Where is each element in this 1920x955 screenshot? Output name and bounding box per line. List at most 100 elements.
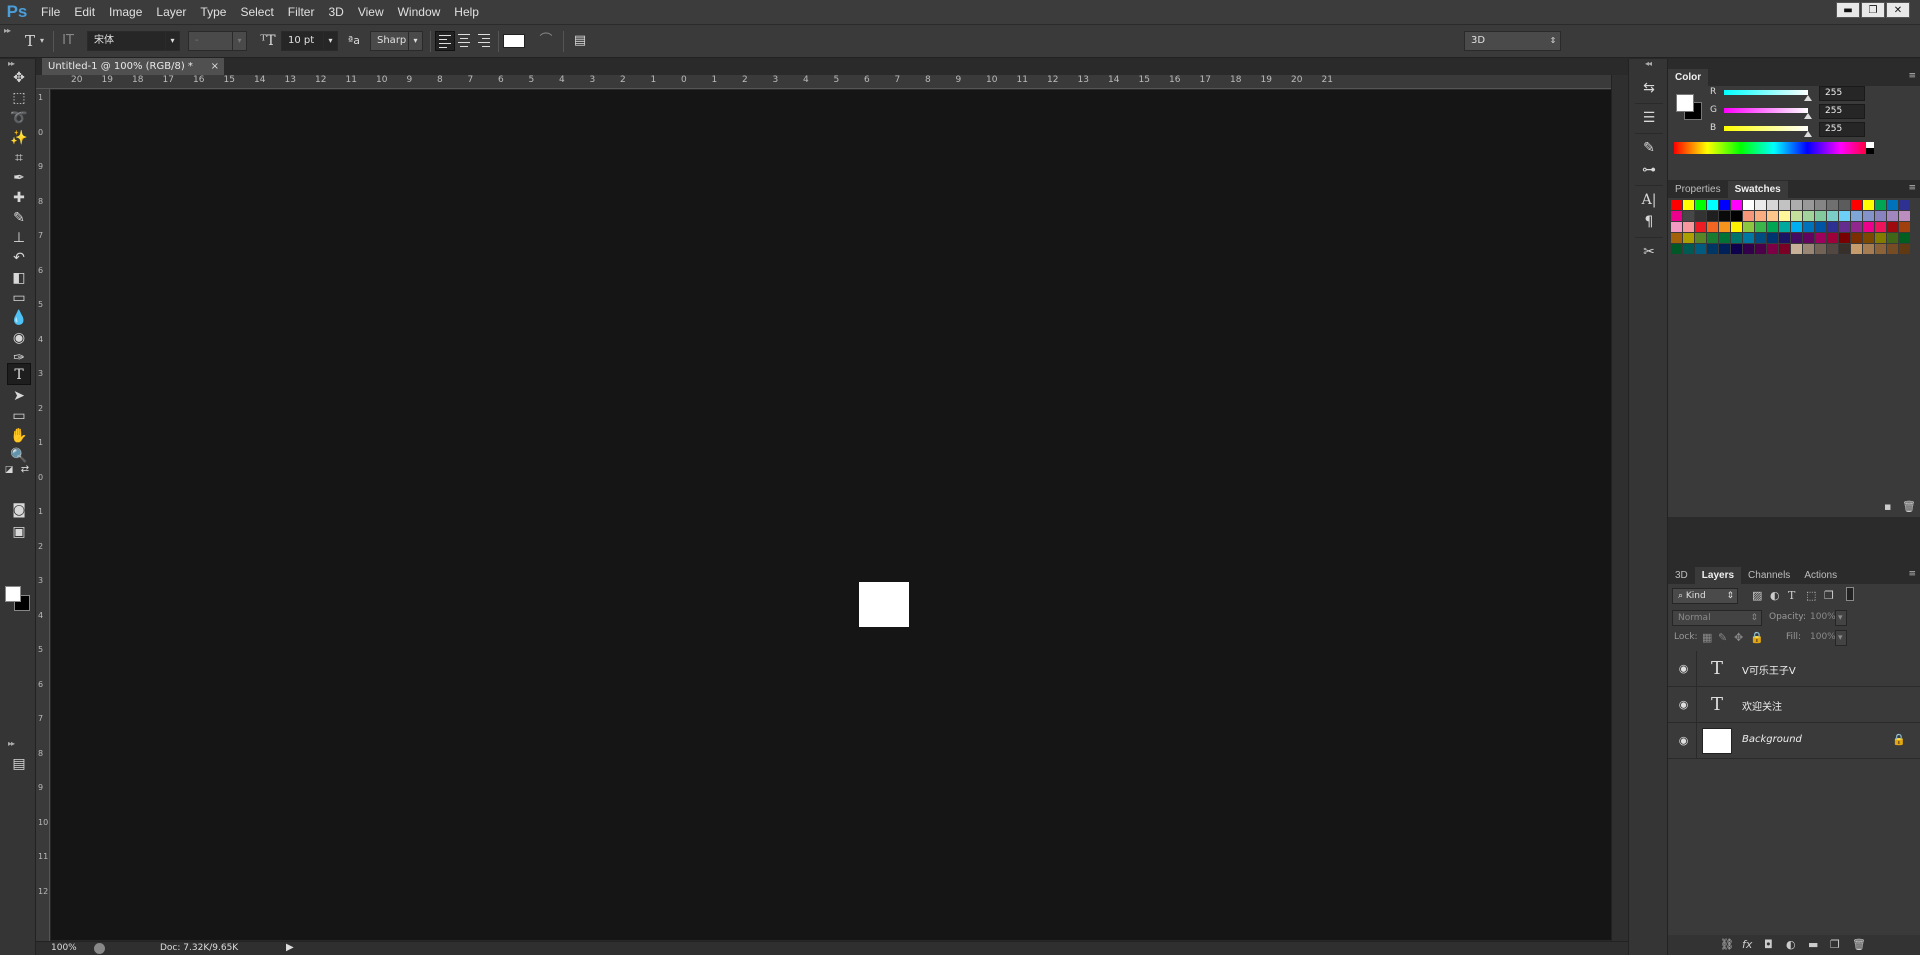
swatch[interactable] [1875,222,1886,232]
paragraph-panel-icon[interactable]: ¶ [1637,211,1661,233]
status-icon[interactable] [94,943,105,954]
swatch[interactable] [1803,200,1814,210]
close-tab-icon[interactable]: × [211,58,219,75]
foreground-color-swatch[interactable] [5,586,21,602]
blur-tool-icon[interactable]: 💧 [7,307,31,329]
swatch[interactable] [1695,222,1706,232]
swatch[interactable] [1767,233,1778,243]
zoom-level[interactable]: 100% [51,943,77,953]
slider-red-track[interactable] [1724,90,1808,95]
minimize-button[interactable]: ▬ [1836,2,1860,18]
swatch[interactable] [1827,244,1838,254]
healing-brush-tool-icon[interactable]: ✚ [7,187,31,209]
adjustment-layer-icon[interactable]: ◐ [1786,938,1796,951]
canvas-area[interactable] [51,90,1611,940]
new-group-icon[interactable]: ▬ [1808,938,1818,951]
slider-green-thumb[interactable] [1804,113,1812,119]
tab-color[interactable]: Color [1668,69,1709,86]
delete-swatch-icon[interactable]: 🗑 [1902,500,1916,513]
swatch[interactable] [1899,211,1910,221]
collapse-icon[interactable]: ◂◂ [1645,59,1652,68]
swatch[interactable] [1899,222,1910,232]
fill-input[interactable]: 100% [1805,630,1836,646]
type-tool-preset-icon[interactable]: T [20,31,40,51]
swatch[interactable] [1707,211,1718,221]
swatch[interactable] [1875,211,1886,221]
delete-layer-icon[interactable]: 🗑 [1852,938,1866,951]
vertical-ruler[interactable]: 1 0 9 8 7 6 5 4 3 2 1 0 1 2 3 4 5 6 7 8 9 10 11 12 [36,89,50,941]
layer-row[interactable]: ◉ Background 🔒 [1668,723,1920,759]
align-right-button[interactable] [475,31,495,51]
swatch[interactable] [1719,244,1730,254]
swatch[interactable] [1683,244,1694,254]
swatch[interactable] [1731,233,1742,243]
new-swatch-icon[interactable]: ▪ [1884,500,1891,513]
swatch[interactable] [1839,233,1850,243]
brush-panel-icon[interactable]: ✎ [1637,137,1661,159]
rectangle-tool-icon[interactable]: ▭ [7,405,31,427]
filter-smart-object-icon[interactable]: ❐ [1824,589,1834,602]
magic-wand-tool-icon[interactable]: ✨ [7,127,31,149]
slider-red-value[interactable]: 255 [1819,86,1865,101]
visibility-eye-icon[interactable]: ◉ [1677,734,1690,747]
swatch[interactable] [1719,211,1730,221]
slider-green-value[interactable]: 255 [1819,104,1865,119]
lasso-tool-icon[interactable]: ➰ [7,107,31,129]
tab-properties[interactable]: Properties [1668,181,1728,198]
swatch[interactable] [1671,244,1682,254]
swatch[interactable] [1671,222,1682,232]
filter-type-icon[interactable]: T [1788,589,1795,602]
swatch[interactable] [1767,200,1778,210]
menu-file[interactable]: File [34,0,67,25]
swatch[interactable] [1731,244,1742,254]
text-color-swatch[interactable] [503,34,525,48]
swatch[interactable] [1803,222,1814,232]
filter-toggle-icon[interactable] [1846,587,1854,601]
toggle-orientation-icon[interactable]: IT [58,31,78,51]
layer-row[interactable]: ◉ T 欢迎关注 [1668,687,1920,723]
swatch[interactable] [1671,211,1682,221]
swatch[interactable] [1887,244,1898,254]
menu-layer[interactable]: Layer [149,0,193,25]
vertical-scrollbar[interactable] [1611,75,1628,941]
swatch[interactable] [1863,244,1874,254]
move-tool-icon[interactable]: ✥ [7,67,31,89]
swatch[interactable] [1887,200,1898,210]
filter-pixel-icon[interactable]: ▨ [1752,589,1762,602]
slider-green-track[interactable] [1724,108,1808,113]
collapse-icon[interactable]: ▸▸ [4,26,11,35]
hand-tool-icon[interactable]: ✋ [7,425,31,447]
visibility-eye-icon[interactable]: ◉ [1677,662,1690,675]
visibility-eye-icon[interactable]: ◉ [1677,698,1690,711]
menu-3d[interactable]: 3D [321,0,350,25]
swatch[interactable] [1791,222,1802,232]
swatch[interactable] [1803,233,1814,243]
color-panel-foreground[interactable] [1676,94,1694,112]
menu-type[interactable]: Type [193,0,233,25]
color-spectrum[interactable] [1674,142,1874,154]
swatch[interactable] [1839,200,1850,210]
swatch[interactable] [1683,200,1694,210]
swatch[interactable] [1683,222,1694,232]
eyedropper-tool-icon[interactable]: ✒ [7,167,31,189]
swatch[interactable] [1755,222,1766,232]
swatch[interactable] [1815,200,1826,210]
swatch[interactable] [1755,211,1766,221]
tab-channels[interactable]: Channels [1741,567,1797,584]
swatch[interactable] [1839,244,1850,254]
swatch[interactable] [1827,222,1838,232]
fill-slider-button[interactable]: ▾ [1835,630,1847,646]
swatch[interactable] [1803,211,1814,221]
slider-red[interactable]: R 255 [1710,86,1915,102]
swatch[interactable] [1815,244,1826,254]
swatch[interactable] [1767,211,1778,221]
crop-tool-icon[interactable]: ⌗ [7,147,31,169]
swatch[interactable] [1887,222,1898,232]
align-left-button[interactable] [435,31,455,51]
swatch[interactable] [1851,233,1862,243]
swatch[interactable] [1755,244,1766,254]
menu-select[interactable]: Select [233,0,280,25]
character-panel-icon[interactable]: A| [1637,189,1661,211]
slider-blue-thumb[interactable] [1804,131,1812,137]
swatch[interactable] [1695,200,1706,210]
